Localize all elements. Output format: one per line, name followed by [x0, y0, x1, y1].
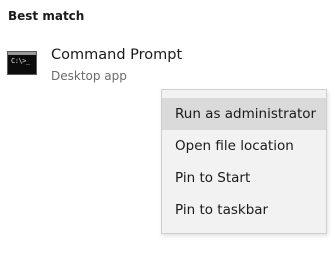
app-name: Command Prompt	[51, 47, 183, 63]
section-title: Best match	[8, 9, 85, 23]
best-match-result[interactable]: C:\>_ Command Prompt Desktop app	[0, 38, 335, 92]
context-menu: Run as administrator Open file location …	[161, 89, 327, 234]
menu-item-pin-to-start[interactable]: Pin to Start	[162, 162, 326, 194]
search-results-panel: Best match C:\>_ Command Prompt Desktop …	[0, 0, 335, 269]
icon-title-bar	[8, 52, 36, 55]
context-menu-list: Run as administrator Open file location …	[162, 90, 326, 226]
icon-prompt-text: C:\>_	[11, 57, 30, 65]
app-type: Desktop app	[51, 69, 127, 83]
menu-item-pin-to-taskbar[interactable]: Pin to taskbar	[162, 194, 326, 226]
menu-item-open-file-location[interactable]: Open file location	[162, 130, 326, 162]
menu-item-run-as-administrator[interactable]: Run as administrator	[162, 98, 326, 130]
command-prompt-icon: C:\>_	[7, 51, 37, 75]
